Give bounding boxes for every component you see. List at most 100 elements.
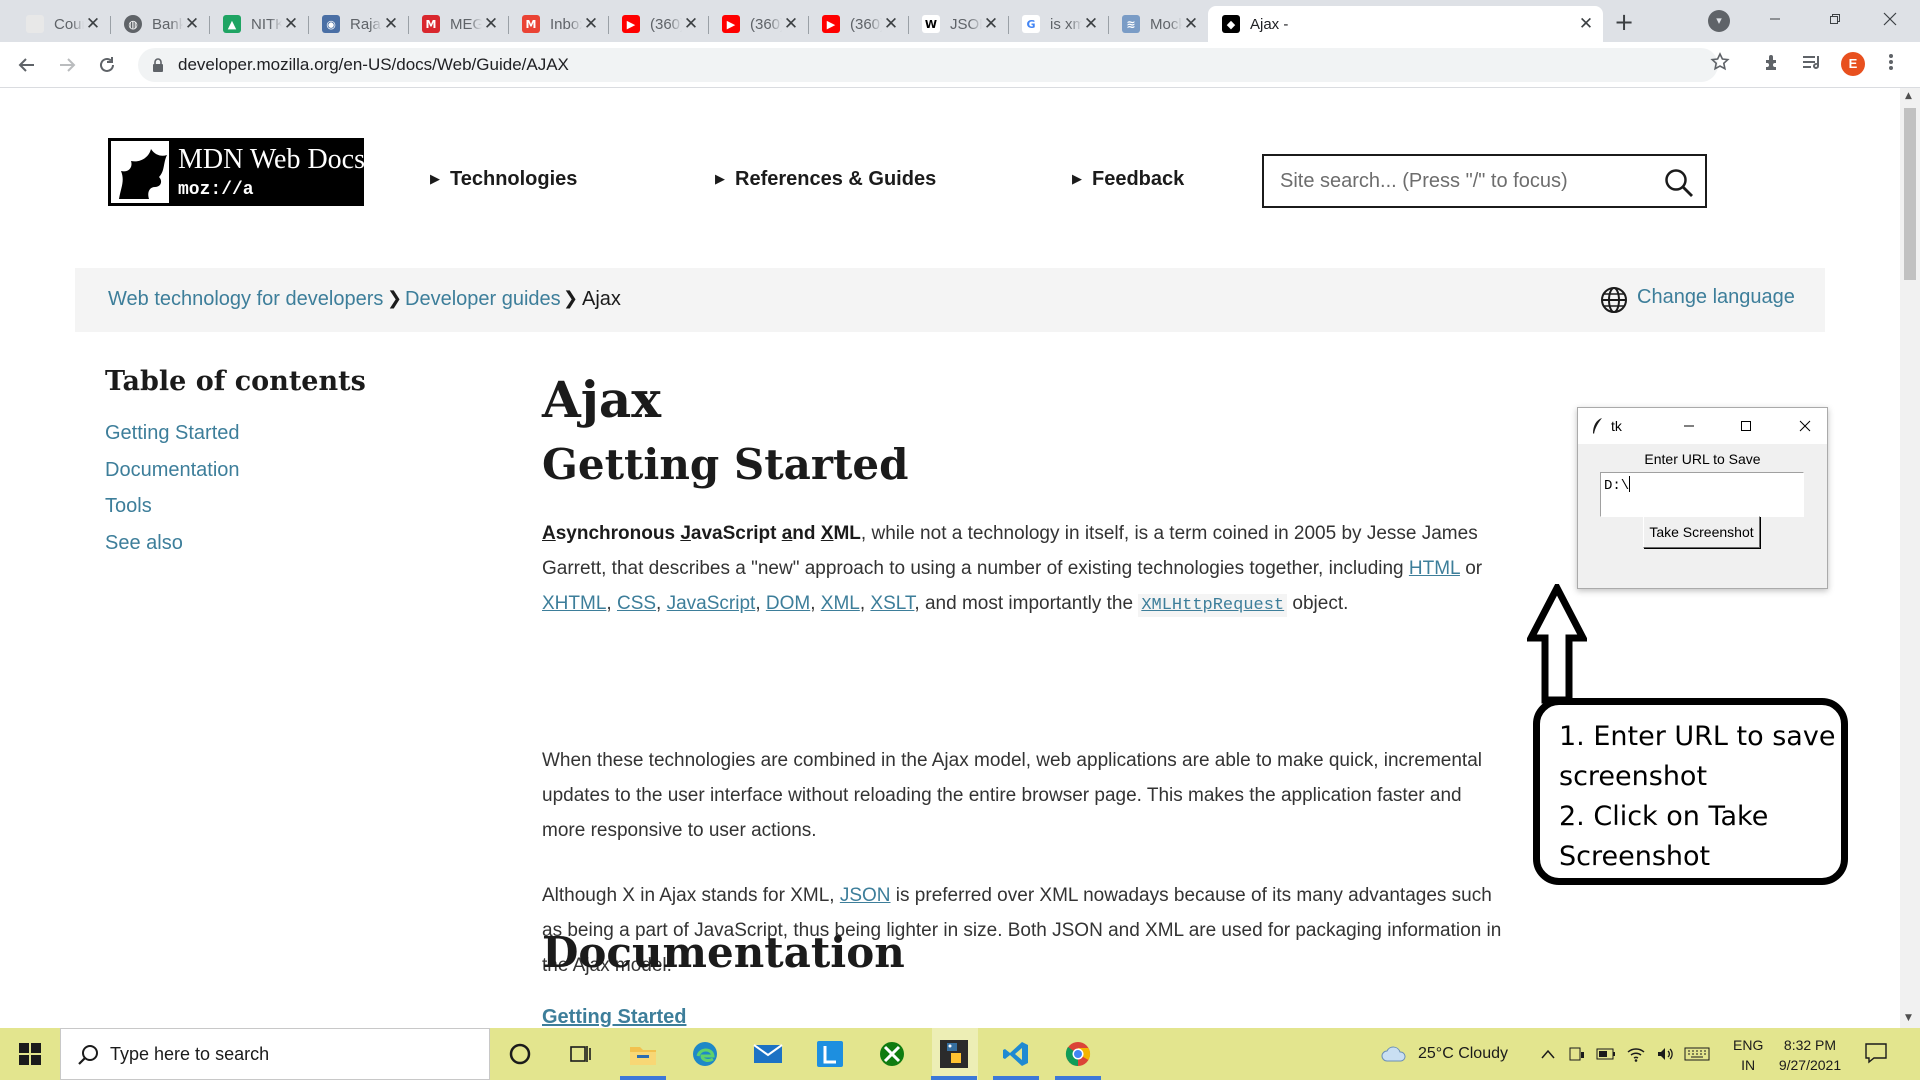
link-json[interactable]: JSON (840, 885, 891, 906)
browser-tab[interactable]: ◍ Bank_✕ (110, 6, 209, 42)
browser-tab[interactable]: Course✕ (12, 6, 110, 42)
link-javascript[interactable]: JavaScript (667, 593, 756, 614)
tk-close-button[interactable] (1790, 413, 1820, 439)
toc-item-see-also[interactable]: See also (105, 532, 183, 555)
back-button[interactable] (12, 50, 42, 80)
tab-title: Inbox (550, 15, 582, 33)
restore-window-button[interactable] (1805, 0, 1865, 38)
browser-tab[interactable]: ◉ Rajasth✕ (308, 6, 408, 42)
edge-icon[interactable] (689, 1038, 721, 1070)
chrome-icon[interactable] (1062, 1038, 1094, 1070)
new-tab-button[interactable]: + (1610, 8, 1638, 36)
nav-feedback[interactable]: ▶ Feedback (1072, 168, 1184, 191)
scroll-down-arrow-icon[interactable]: ▼ (1905, 1013, 1912, 1023)
toc-item-documentation[interactable]: Documentation (105, 459, 240, 482)
site-search-input[interactable]: Site search... (Press "/" to focus) (1262, 154, 1707, 208)
weather-widget[interactable]: 25°C Cloudy (1380, 1028, 1508, 1080)
tk-maximize-button[interactable] (1731, 413, 1761, 439)
mdn-logo[interactable]: MDN Web Docs moz://a (108, 138, 365, 206)
start-button[interactable] (0, 1028, 60, 1080)
tk-minimize-button[interactable] (1674, 413, 1704, 439)
address-bar[interactable]: developer.mozilla.org/en-US/docs/Web/Gui… (138, 48, 1718, 82)
taskbar-clock[interactable]: 8:32 PM 9/27/2021 (1773, 1035, 1847, 1075)
close-window-button[interactable] (1860, 0, 1920, 38)
instruction-callout: 1. Enter URL to save screenshot 2. Click… (1533, 698, 1848, 885)
cortana-icon[interactable] (504, 1038, 536, 1070)
scrollbar-thumb[interactable] (1904, 108, 1916, 280)
scroll-up-arrow-icon[interactable]: ▲ (1905, 91, 1912, 101)
input-language-indicator[interactable]: ENG IN (1733, 1035, 1763, 1075)
profile-avatar[interactable]: E (1841, 52, 1865, 76)
browser-tab[interactable]: ▲ NITK S✕ (209, 6, 308, 42)
link-dom[interactable]: DOM (766, 593, 810, 614)
toc-item-getting-started[interactable]: Getting Started (105, 422, 240, 445)
breadcrumb-developer-guides[interactable]: Developer guides (405, 288, 561, 311)
wifi-icon[interactable] (1626, 1046, 1646, 1062)
link-html[interactable]: HTML (1409, 558, 1460, 579)
task-view-icon[interactable] (564, 1038, 596, 1070)
link-xml[interactable]: XML (821, 593, 860, 614)
bookmark-star-icon[interactable] (1710, 52, 1730, 77)
tab-close-icon[interactable]: ✕ (582, 14, 600, 34)
browser-tab[interactable]: ▶ (360) F✕ (608, 6, 708, 42)
tab-close-icon[interactable]: ✕ (882, 14, 900, 34)
tab-close-icon[interactable]: ✕ (1182, 14, 1200, 34)
take-screenshot-button[interactable]: Take Screenshot (1643, 516, 1760, 548)
volume-icon[interactable] (1656, 1046, 1674, 1062)
chevron-up-icon[interactable] (1540, 1048, 1556, 1060)
toc-item-tools[interactable]: Tools (105, 495, 152, 518)
tk-titlebar[interactable]: tk (1578, 408, 1827, 444)
keyboard-icon[interactable] (1684, 1046, 1710, 1062)
extensions-icon[interactable] (1762, 52, 1782, 77)
tab-close-icon[interactable]: ✕ (282, 14, 300, 34)
link-css[interactable]: CSS (617, 593, 656, 614)
tab-close-icon[interactable]: ✕ (84, 14, 102, 34)
link-xhtml[interactable]: XHTML (542, 593, 606, 614)
tab-close-icon[interactable]: ✕ (782, 14, 800, 34)
device-icon[interactable] (1568, 1046, 1586, 1062)
mail-icon[interactable] (752, 1038, 784, 1070)
tab-close-icon[interactable]: ✕ (682, 14, 700, 34)
l-app-icon[interactable] (814, 1038, 846, 1070)
browser-tab[interactable]: M Inbox✕ (508, 6, 608, 42)
breadcrumb-web-technology[interactable]: Web technology for developers (108, 288, 383, 311)
vscode-icon[interactable] (1000, 1038, 1032, 1070)
tk-url-entry[interactable]: D:\ (1600, 472, 1804, 517)
tab-close-icon[interactable]: ✕ (482, 14, 500, 34)
doc-link-getting-started[interactable]: Getting Started (542, 1006, 686, 1028)
python-icon[interactable] (938, 1038, 970, 1070)
battery-icon[interactable] (1596, 1047, 1616, 1061)
link-xmlhttprequest[interactable]: XMLHttpRequest (1138, 594, 1288, 617)
forward-button[interactable] (52, 50, 82, 80)
page-scrollbar[interactable]: ▲ ▼ (1900, 88, 1920, 1028)
globe-icon[interactable] (1600, 286, 1628, 319)
reading-list-icon[interactable] (1801, 52, 1823, 77)
browser-tab[interactable]: ▶ (360) I✕ (808, 6, 908, 42)
reload-button[interactable] (92, 50, 122, 80)
link-xslt[interactable]: XSLT (870, 593, 914, 614)
tab-close-icon[interactable]: ✕ (1577, 14, 1595, 34)
browser-tab[interactable]: W JSON✕ (908, 6, 1008, 42)
xbox-icon[interactable] (876, 1038, 908, 1070)
tab-search-icon[interactable]: ▾ (1708, 10, 1730, 32)
browser-tab[interactable]: ▶ (360) J✕ (708, 6, 808, 42)
nav-technologies[interactable]: ▶ Technologies (430, 168, 577, 191)
tab-close-icon[interactable]: ✕ (982, 14, 1000, 34)
change-language-link[interactable]: Change language (1637, 286, 1795, 309)
file-explorer-icon[interactable] (627, 1038, 659, 1070)
taskbar-search-box[interactable]: Type here to search (60, 1028, 490, 1080)
browser-tab[interactable]: Gis xml✕ (1008, 6, 1108, 42)
minimize-window-button[interactable] (1745, 0, 1805, 38)
browser-tab[interactable]: ◆ Ajax - ✕ (1208, 6, 1603, 42)
more-menu-icon[interactable] (1888, 52, 1894, 77)
browser-tab[interactable]: ≋ Mock✕ (1108, 6, 1208, 42)
system-tray[interactable] (1540, 1028, 1710, 1080)
browser-tab[interactable]: M MEGA✕ (408, 6, 508, 42)
notification-center-icon[interactable] (1864, 1042, 1888, 1069)
tab-close-icon[interactable]: ✕ (183, 14, 201, 34)
search-icon[interactable] (1664, 168, 1694, 203)
nav-references-guides[interactable]: ▶ References & Guides (715, 168, 936, 191)
tab-close-icon[interactable]: ✕ (1082, 14, 1100, 34)
lock-icon[interactable] (152, 58, 164, 77)
tab-close-icon[interactable]: ✕ (382, 14, 400, 34)
